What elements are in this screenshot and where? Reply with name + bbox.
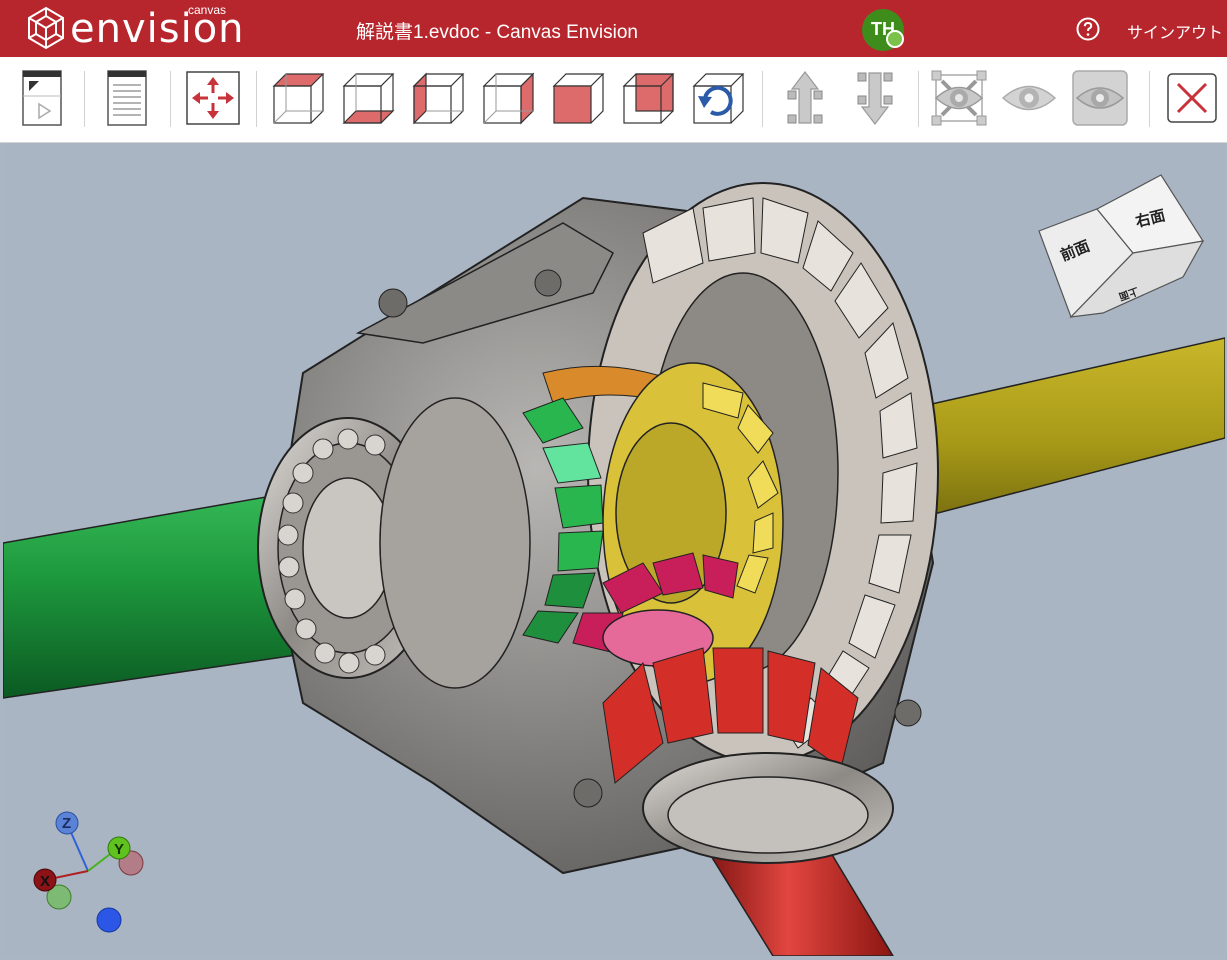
main-toolbar (0, 57, 1227, 143)
slide-panel-toggle-button[interactable] (13, 69, 71, 127)
y-axis-label: Y (114, 841, 124, 858)
arrow-down-disabled-icon (857, 72, 893, 125)
cube-logo-icon (28, 6, 64, 50)
view-left-button[interactable] (410, 69, 468, 127)
cube-left-face-icon (412, 72, 465, 125)
signout-link[interactable]: サインアウト (1127, 19, 1223, 43)
view-bottom-button[interactable] (340, 69, 398, 127)
cube-top-face-icon (272, 73, 325, 124)
z-axis-label: Z (62, 815, 71, 832)
expand-arrows-icon (186, 71, 240, 125)
show-all-button[interactable] (1000, 69, 1058, 127)
arrow-up-disabled-icon (787, 71, 823, 124)
panel-play-icon (22, 70, 62, 126)
fit-all-button[interactable] (184, 69, 242, 127)
hide-selected-button[interactable] (930, 69, 988, 127)
cube-front-face-icon (552, 73, 605, 124)
close-x-icon (1167, 73, 1217, 123)
axis-triad: Z Y X (33, 811, 144, 933)
notes-panel-toggle-button[interactable] (98, 69, 156, 127)
3d-viewport[interactable]: 前面 右面 上面 Z Y X (3, 143, 1225, 956)
eye-icon (1001, 85, 1057, 111)
toolbar-separator (918, 71, 919, 127)
cube-back-face-icon (622, 73, 675, 124)
z-negative-handle (96, 907, 122, 933)
rotate-view-button[interactable] (690, 69, 748, 127)
show-selected-only-button[interactable] (1071, 69, 1129, 127)
eye-box-icon (1072, 70, 1128, 126)
move-up-button[interactable] (776, 69, 834, 127)
cube-right-face-icon (482, 72, 535, 125)
close-button[interactable] (1163, 69, 1221, 127)
toolbar-separator (170, 71, 171, 127)
move-down-button[interactable] (846, 69, 904, 127)
toolbar-separator (762, 71, 763, 127)
document-lines-icon (107, 70, 147, 126)
envision-logo[interactable]: canvas envision (26, 3, 244, 53)
view-right-button[interactable] (480, 69, 538, 127)
help-icon[interactable] (1076, 17, 1100, 41)
toolbar-separator (1149, 71, 1150, 127)
cube-rotate-icon (692, 73, 745, 124)
document-title: 解説書1.evdoc - Canvas Envision (356, 22, 638, 43)
view-top-button[interactable] (270, 69, 328, 127)
toolbar-separator (84, 71, 85, 127)
eye-crossed-box-icon (931, 70, 987, 126)
toolbar-separator (256, 71, 257, 127)
logo-envision-text: envision (70, 6, 245, 52)
view-back-button[interactable] (620, 69, 678, 127)
view-cube[interactable]: 前面 右面 上面 (1033, 169, 1213, 329)
view-front-button[interactable] (550, 69, 608, 127)
cube-bottom-face-icon (342, 73, 395, 124)
x-axis-label: X (40, 873, 50, 890)
app-header: canvas envision 解説書1.evdoc - Canvas Envi… (0, 0, 1227, 57)
online-status-dot (886, 30, 904, 48)
